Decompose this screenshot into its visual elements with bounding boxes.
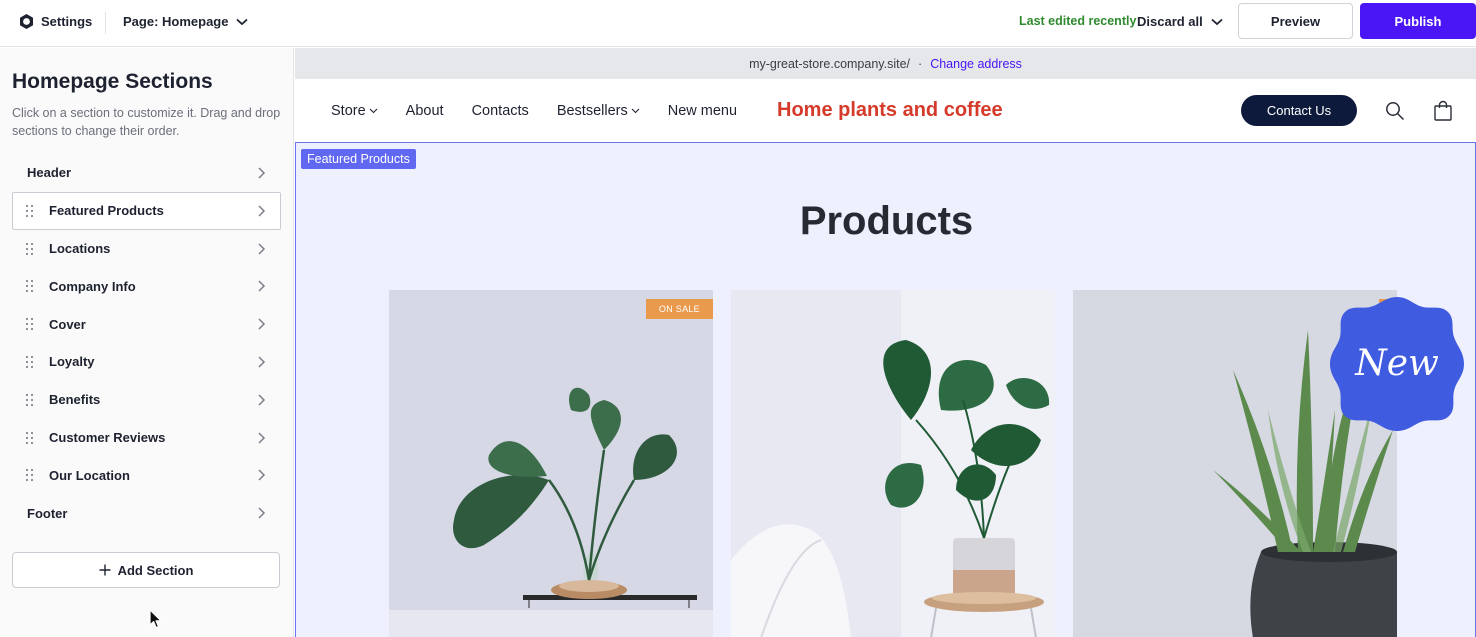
section-item-label: Loyalty: [49, 354, 95, 370]
site-header: Store About Contacts Bestsellers New men…: [295, 79, 1476, 142]
chevron-right-icon: [258, 205, 266, 217]
section-item-label: Company Info: [49, 278, 136, 294]
chevron-right-icon: [258, 243, 266, 255]
site-preview: my-great-store.company.site/ · Change ad…: [295, 48, 1476, 637]
cursor-icon: [149, 609, 162, 629]
chevron-right-icon: [258, 318, 266, 330]
product-image: [731, 290, 1055, 637]
section-item-label: Locations: [49, 240, 111, 256]
top-bar: Settings Page: Homepage Last edited rece…: [0, 0, 1476, 47]
drag-handle-icon[interactable]: [26, 318, 36, 331]
settings-link[interactable]: Settings: [41, 14, 92, 29]
new-badge-label: New: [1354, 343, 1439, 384]
product-image: [389, 290, 713, 637]
section-item-label: Footer: [27, 505, 68, 521]
section-item-customer-reviews[interactable]: Customer Reviews: [12, 419, 281, 457]
chevron-right-icon: [258, 469, 266, 481]
add-section-label: Add Section: [117, 562, 194, 578]
chevron-right-icon: [258, 507, 266, 519]
drag-handle-icon[interactable]: [26, 242, 36, 255]
site-nav: Store About Contacts Bestsellers New men…: [331, 103, 764, 119]
chevron-right-icon: [258, 432, 266, 444]
product-card[interactable]: [731, 290, 1055, 637]
logo-icon[interactable]: [18, 13, 35, 30]
site-address: my-great-store.company.site/: [749, 56, 911, 71]
discard-all-dropdown[interactable]: Discard all: [1137, 14, 1223, 29]
change-address-link[interactable]: Change address: [930, 57, 1022, 71]
plus-icon: [99, 564, 111, 576]
nav-item-new-menu[interactable]: New menu: [668, 103, 736, 119]
shopping-bag-icon[interactable]: [1434, 100, 1452, 121]
chevron-down-icon: [1211, 18, 1223, 25]
chevron-right-icon: [258, 280, 266, 292]
section-item-label: Our Location: [49, 467, 130, 483]
section-list: Header Featured Products Locations Compa…: [12, 154, 281, 532]
last-edited-status: Last edited recently: [1019, 14, 1137, 28]
section-item-loyalty[interactable]: Loyalty: [12, 343, 281, 381]
nav-item-contacts[interactable]: Contacts: [472, 103, 529, 119]
divider: [105, 12, 106, 34]
publish-button[interactable]: Publish: [1360, 3, 1476, 39]
new-badge: New: [1330, 297, 1464, 431]
address-separator: ·: [918, 56, 923, 71]
section-item-footer[interactable]: Footer: [12, 494, 281, 532]
section-item-benefits[interactable]: Benefits: [12, 381, 281, 419]
sidebar-title: Homepage Sections: [12, 70, 213, 93]
section-item-our-location[interactable]: Our Location: [12, 456, 281, 494]
section-item-label: Cover: [49, 316, 86, 332]
drag-handle-icon[interactable]: [26, 355, 36, 368]
preview-button[interactable]: Preview: [1238, 3, 1353, 39]
chevron-right-icon: [258, 394, 266, 406]
chevron-right-icon: [258, 356, 266, 368]
featured-products-tag: Featured Products: [301, 149, 416, 169]
products-title: Products: [799, 199, 974, 243]
section-item-label: Benefits: [49, 392, 101, 408]
on-sale-badge: ON SALE: [645, 299, 713, 319]
section-item-cover[interactable]: Cover: [12, 305, 281, 343]
drag-handle-icon[interactable]: [26, 469, 36, 482]
nav-item-about[interactable]: About: [406, 103, 444, 119]
contact-us-button[interactable]: Contact Us: [1241, 95, 1357, 126]
discard-all-label: Discard all: [1137, 14, 1203, 29]
chevron-down-icon: [236, 18, 249, 25]
nav-item-store[interactable]: Store: [331, 103, 378, 119]
page-selector-label: Page: Homepage: [123, 14, 229, 29]
address-bar: my-great-store.company.site/ · Change ad…: [295, 48, 1476, 79]
section-item-label: Header: [27, 165, 72, 181]
chevron-down-icon: [369, 108, 378, 114]
page-selector[interactable]: Page: Homepage: [123, 14, 249, 29]
chevron-right-icon: [258, 167, 266, 179]
section-item-locations[interactable]: Locations: [12, 230, 281, 268]
drag-handle-icon[interactable]: [26, 280, 36, 293]
section-item-label: Featured Products: [49, 203, 164, 219]
section-item-header[interactable]: Header: [12, 154, 281, 192]
section-item-company-info[interactable]: Company Info: [12, 267, 281, 305]
product-card[interactable]: ON SALE: [389, 290, 713, 637]
chevron-down-icon: [631, 108, 640, 114]
nav-item-bestsellers[interactable]: Bestsellers: [557, 103, 640, 119]
sections-sidebar: Homepage Sections Click on a section to …: [0, 48, 294, 637]
section-item-label: Customer Reviews: [49, 429, 166, 445]
featured-products-section[interactable]: Featured Products Products ON SALE New: [295, 142, 1476, 637]
add-section-button[interactable]: Add Section: [12, 552, 280, 588]
search-icon[interactable]: [1385, 101, 1405, 121]
nav-item-label: Store: [331, 103, 366, 119]
drag-handle-icon[interactable]: [26, 393, 36, 406]
nav-item-label: Bestsellers: [556, 103, 628, 119]
sidebar-description: Click on a section to customize it. Drag…: [12, 106, 281, 138]
drag-handle-icon[interactable]: [26, 204, 36, 217]
site-brand[interactable]: Home plants and coffee: [777, 99, 1003, 122]
drag-handle-icon[interactable]: [26, 431, 36, 444]
section-item-featured-products[interactable]: Featured Products: [12, 191, 281, 230]
